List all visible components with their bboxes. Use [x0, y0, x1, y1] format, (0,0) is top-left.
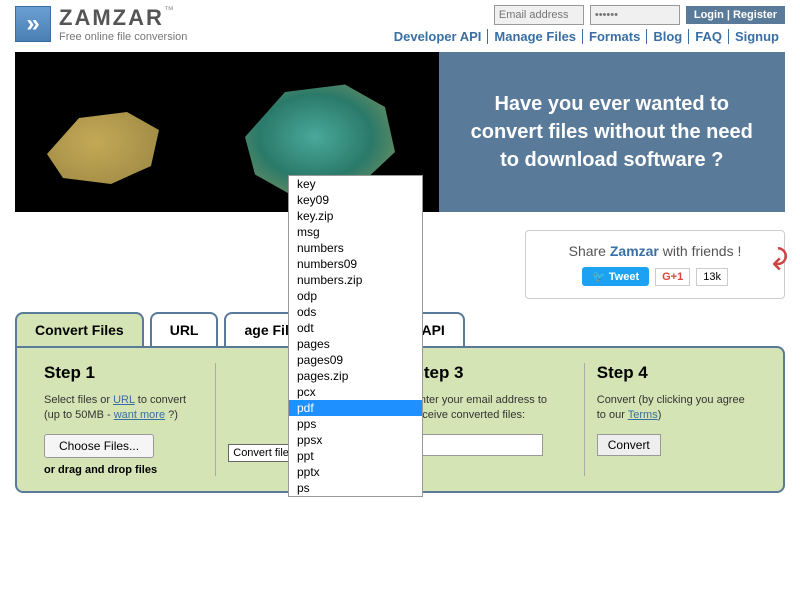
- email-input[interactable]: [413, 434, 543, 456]
- step4-title: Step 4: [597, 363, 756, 383]
- want-more-link[interactable]: want more: [114, 409, 165, 421]
- nav-formats[interactable]: Formats: [583, 29, 647, 44]
- url-link[interactable]: URL: [113, 394, 135, 406]
- format-option-ppt[interactable]: ppt: [289, 448, 422, 464]
- tab-url[interactable]: URL: [150, 312, 219, 346]
- format-option-numbers-zip[interactable]: numbers.zip: [289, 272, 422, 288]
- format-option-ps[interactable]: ps: [289, 480, 422, 496]
- format-option-odt[interactable]: odt: [289, 320, 422, 336]
- tagline: Free online file conversion: [59, 31, 187, 43]
- email-field[interactable]: [494, 5, 584, 25]
- convert-button[interactable]: Convert: [597, 434, 661, 456]
- format-option-key09[interactable]: key09: [289, 192, 422, 208]
- format-option-key[interactable]: key: [289, 176, 422, 192]
- nav-manage-files[interactable]: Manage Files: [488, 29, 583, 44]
- logo[interactable]: » ZAMZAR™ Free online file conversion: [15, 5, 187, 43]
- hero-text: Have you ever wanted to convert files wi…: [439, 52, 786, 212]
- format-option-ods[interactable]: ods: [289, 304, 422, 320]
- gplus-count: 13k: [696, 268, 728, 286]
- nav-blog[interactable]: Blog: [647, 29, 689, 44]
- nav-signup[interactable]: Signup: [729, 29, 785, 44]
- format-option-pdf[interactable]: pdf: [289, 400, 422, 416]
- login-button[interactable]: Login | Register: [686, 6, 785, 24]
- choose-files-button[interactable]: Choose Files...: [44, 434, 154, 458]
- drag-drop-text: or drag and drop files: [44, 464, 203, 476]
- brand-name: ZAMZAR: [59, 5, 164, 31]
- format-option-pages09[interactable]: pages09: [289, 352, 422, 368]
- password-field[interactable]: [590, 5, 680, 25]
- format-dropdown[interactable]: keykey09key.zipmsgnumbersnumbers09number…: [288, 175, 423, 497]
- format-option-pcx[interactable]: pcx: [289, 384, 422, 400]
- logo-icon: »: [15, 6, 51, 42]
- format-option-pptx[interactable]: pptx: [289, 464, 422, 480]
- arrow-icon: ↷: [759, 246, 794, 271]
- tweet-button[interactable]: 🐦 Tweet: [582, 267, 649, 286]
- format-option-msg[interactable]: msg: [289, 224, 422, 240]
- format-option-odp[interactable]: odp: [289, 288, 422, 304]
- nav-faq[interactable]: FAQ: [689, 29, 729, 44]
- brand-link[interactable]: Zamzar: [610, 243, 659, 259]
- step1-title: Step 1: [44, 363, 203, 383]
- tab-convert-files[interactable]: Convert Files: [15, 312, 144, 346]
- format-option-pages-zip[interactable]: pages.zip: [289, 368, 422, 384]
- share-box: Share Zamzar with friends !↷ 🐦 Tweet G+1…: [525, 230, 785, 299]
- nav-links: Developer APIManage FilesFormatsBlogFAQS…: [388, 29, 785, 44]
- terms-link[interactable]: Terms: [628, 409, 658, 421]
- step3-title: Step 3: [413, 363, 572, 383]
- format-option-key-zip[interactable]: key.zip: [289, 208, 422, 224]
- format-option-ppsx[interactable]: ppsx: [289, 432, 422, 448]
- format-option-numbers[interactable]: numbers: [289, 240, 422, 256]
- format-option-pages[interactable]: pages: [289, 336, 422, 352]
- format-option-pps[interactable]: pps: [289, 416, 422, 432]
- nav-developer-api[interactable]: Developer API: [388, 29, 489, 44]
- format-option-numbers09[interactable]: numbers09: [289, 256, 422, 272]
- gplus-button[interactable]: G+1: [655, 268, 690, 286]
